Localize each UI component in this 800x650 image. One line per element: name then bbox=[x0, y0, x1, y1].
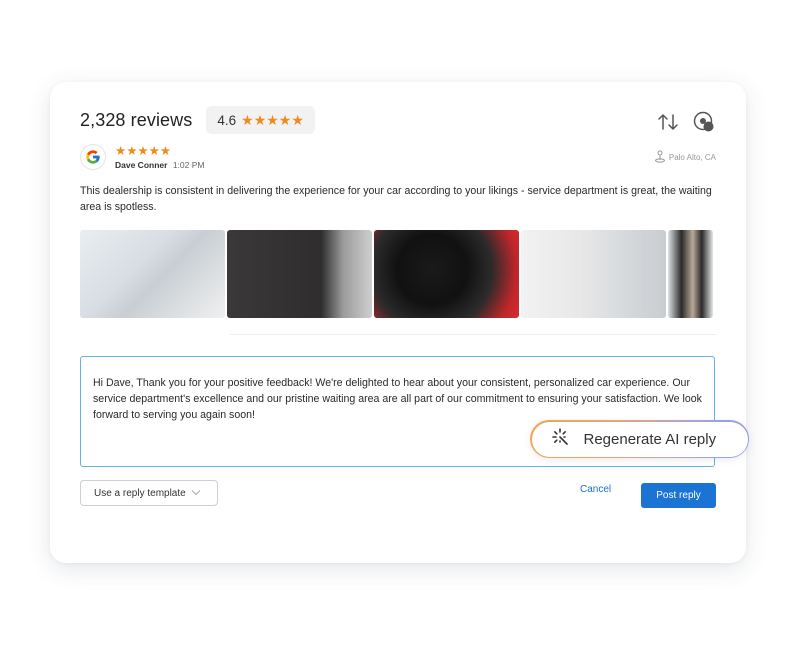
review-text: This dealership is consistent in deliver… bbox=[80, 185, 712, 213]
sparkle-icon bbox=[550, 427, 570, 452]
rating-value: 4.6 bbox=[217, 112, 237, 128]
review-card: 2,328 reviews 4.6 ★★★★★ ★★★★★ Dave Conne… bbox=[50, 82, 749, 563]
map-pin-icon bbox=[654, 150, 666, 165]
review-location: Palo Alto, CA bbox=[654, 150, 716, 165]
regenerate-ai-reply-button[interactable]: Regenerate AI reply bbox=[530, 420, 749, 458]
sort-arrows-icon[interactable] bbox=[656, 110, 680, 134]
rating-badge: 4.6 ★★★★★ bbox=[206, 106, 315, 134]
rating-stars: ★★★★★ bbox=[241, 111, 304, 128]
target-click-icon[interactable] bbox=[692, 110, 716, 134]
review-photo[interactable] bbox=[374, 230, 519, 318]
regenerate-label: Regenerate AI reply bbox=[583, 430, 717, 448]
header-actions bbox=[656, 110, 716, 134]
reply-template-dropdown[interactable]: Use a reply template bbox=[80, 480, 218, 506]
reviewer-name: Dave Conner bbox=[115, 159, 168, 170]
reviewer: ★★★★★ Dave Conner 1:02 PM bbox=[80, 144, 204, 170]
chevron-down-icon bbox=[191, 488, 201, 499]
review-photo[interactable] bbox=[227, 230, 372, 318]
review-photo-gallery bbox=[80, 230, 713, 318]
post-reply-button[interactable]: Post reply bbox=[641, 483, 716, 508]
divider bbox=[230, 334, 716, 335]
review-photo[interactable] bbox=[668, 230, 713, 318]
reviewer-info: ★★★★★ Dave Conner 1:02 PM bbox=[115, 143, 205, 170]
location-text: Palo Alto, CA bbox=[668, 153, 716, 162]
review-photo[interactable] bbox=[80, 230, 225, 318]
review-count: 2,328 reviews bbox=[80, 109, 193, 130]
review-time: 1:02 PM bbox=[172, 159, 205, 170]
google-icon bbox=[80, 144, 106, 170]
cancel-button[interactable]: Cancel bbox=[580, 484, 611, 495]
review-photo[interactable] bbox=[521, 230, 666, 318]
template-label: Use a reply template bbox=[94, 487, 186, 499]
reviews-header: 2,328 reviews 4.6 ★★★★★ bbox=[80, 106, 315, 134]
review-stars: ★★★★★ bbox=[115, 143, 172, 158]
